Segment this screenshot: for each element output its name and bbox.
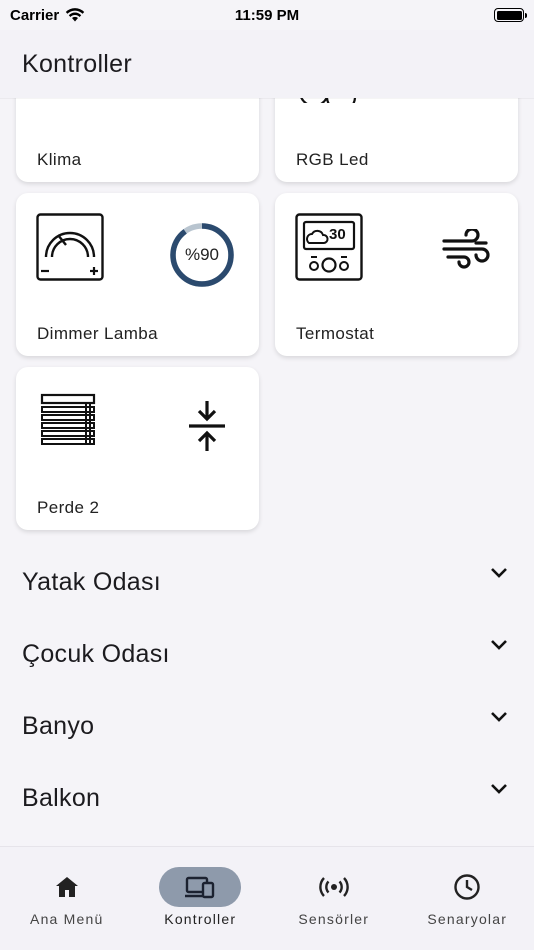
device-card-rgb-led[interactable]: RGB Led: [275, 98, 518, 182]
device-label: RGB Led: [296, 150, 369, 169]
nav-item-sensorler[interactable]: Sensörler: [274, 867, 394, 927]
room-row-yatak-odasi[interactable]: Yatak Odası: [0, 546, 534, 618]
device-label: Termostat: [296, 324, 375, 343]
chevron-down-icon[interactable]: [490, 783, 508, 795]
nav-item-senaryolar[interactable]: Senaryolar: [407, 867, 527, 927]
device-grid: Klima RGB Led %90 Dimmer Lamba 30 Termos…: [16, 98, 518, 530]
app-bar: Kontroller: [0, 30, 534, 98]
devices-icon: [185, 876, 215, 899]
nav-item-ana-menu[interactable]: Ana Menü: [7, 867, 127, 927]
status-bar: Carrier 11:59 PM: [0, 0, 534, 30]
nav-label: Ana Menü: [30, 911, 104, 927]
thermostat-temperature: 30: [329, 226, 346, 243]
thermostat-graphic: [295, 213, 363, 281]
room-title: Banyo: [22, 711, 95, 740]
device-label: Perde 2: [37, 498, 100, 517]
lamp-icon: [300, 98, 357, 103]
room-title: Yatak Odası: [22, 567, 162, 596]
nav-pill: [26, 867, 108, 907]
carrier-label: Carrier: [10, 6, 60, 24]
nav-label: Sensörler: [298, 911, 370, 927]
device-card-klima[interactable]: Klima: [16, 98, 259, 182]
air-conditioner-icon: [42, 98, 122, 103]
wind-icon: [442, 229, 490, 269]
thermostat-icon: 30: [295, 213, 363, 281]
device-card-dimmer-lamba[interactable]: %90 Dimmer Lamba: [16, 193, 259, 356]
nav-item-kontroller[interactable]: Kontroller: [140, 867, 260, 927]
room-row-balkon[interactable]: Balkon: [0, 762, 534, 834]
compress-arrows-icon: [189, 401, 225, 451]
chevron-down-icon[interactable]: [490, 711, 508, 723]
chevron-down-icon[interactable]: [490, 639, 508, 651]
page-title: Kontroller: [22, 49, 132, 78]
device-card-perde-2[interactable]: Perde 2: [16, 367, 259, 530]
device-label: Klima: [37, 150, 82, 169]
sensors-icon: [319, 877, 349, 897]
content-scroll[interactable]: Klima RGB Led %90 Dimmer Lamba 30 Termos…: [0, 98, 534, 846]
blinds-icon: [40, 393, 96, 445]
bottom-navigation: Ana Menü Kontroller Sensörler Senaryolar: [0, 846, 534, 950]
room-list: Yatak Odası Çocuk Odası Banyo Balkon: [0, 546, 534, 834]
clock-icon: [454, 874, 480, 900]
room-row-banyo[interactable]: Banyo: [0, 690, 534, 762]
device-label: Dimmer Lamba: [37, 324, 158, 343]
dimmer-level-text: %90: [184, 245, 220, 264]
nav-pill: [293, 867, 375, 907]
battery-icon: [494, 8, 527, 22]
device-card-termostat[interactable]: 30 Termostat: [275, 193, 518, 356]
wifi-icon: [66, 8, 85, 22]
home-icon: [55, 877, 78, 897]
dimmer-level-ring: %90: [169, 222, 235, 288]
nav-pill-active: [159, 867, 242, 907]
room-title: Balkon: [22, 783, 101, 812]
room-title: Çocuk Odası: [22, 639, 170, 668]
nav-pill: [426, 867, 508, 907]
status-left: Carrier: [10, 7, 85, 24]
dimmer-icon: [36, 213, 104, 281]
room-row-cocuk-odasi[interactable]: Çocuk Odası: [0, 618, 534, 690]
nav-label: Kontroller: [164, 911, 237, 927]
chevron-down-icon[interactable]: [490, 567, 508, 579]
color-dot-icon: [460, 98, 470, 99]
nav-label: Senaryolar: [427, 911, 508, 927]
